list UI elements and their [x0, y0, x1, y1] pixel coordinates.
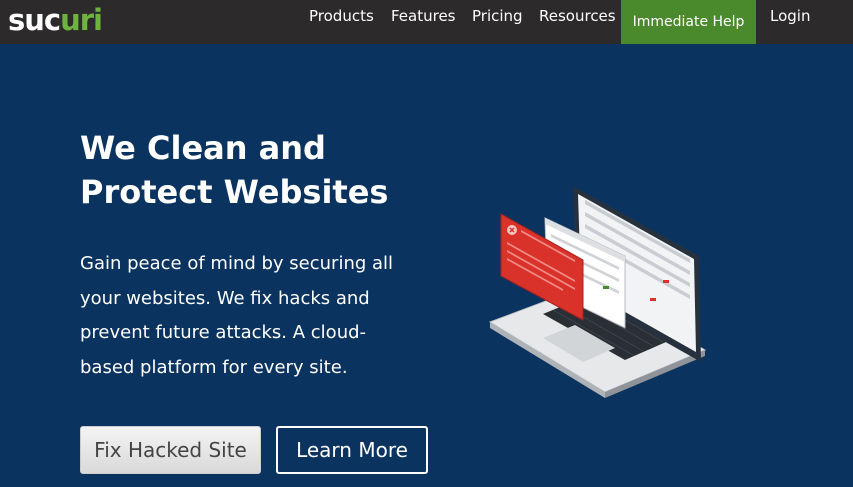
learn-more-button[interactable]: Learn More — [276, 426, 428, 474]
warning-icon — [507, 225, 517, 235]
hero-description: Gain peace of mind by securing all your … — [80, 253, 394, 378]
laptop-illustration — [488, 186, 707, 398]
fix-hacked-site-button[interactable]: Fix Hacked Site — [80, 426, 261, 474]
sucuri-logo[interactable]: suc uri — [8, 3, 103, 37]
logo-text-main: suc — [8, 3, 61, 37]
nav-features[interactable]: Features — [391, 0, 456, 44]
headline-line-2: Protect Websites — [80, 173, 389, 211]
nav-products[interactable]: Products — [309, 0, 374, 44]
hero-headline: We Clean and Protect Websites — [80, 126, 440, 214]
headline-line-1: We Clean and — [80, 129, 326, 167]
nav-resources[interactable]: Resources — [539, 0, 616, 44]
nav-pricing[interactable]: Pricing — [472, 0, 523, 44]
immediate-help-button[interactable]: Immediate Help — [621, 0, 756, 44]
top-navigation-bar: suc uri Products Features Pricing Resourc… — [0, 0, 853, 44]
logo-text-accent: uri — [60, 3, 103, 37]
nav-login[interactable]: Login — [770, 0, 810, 44]
